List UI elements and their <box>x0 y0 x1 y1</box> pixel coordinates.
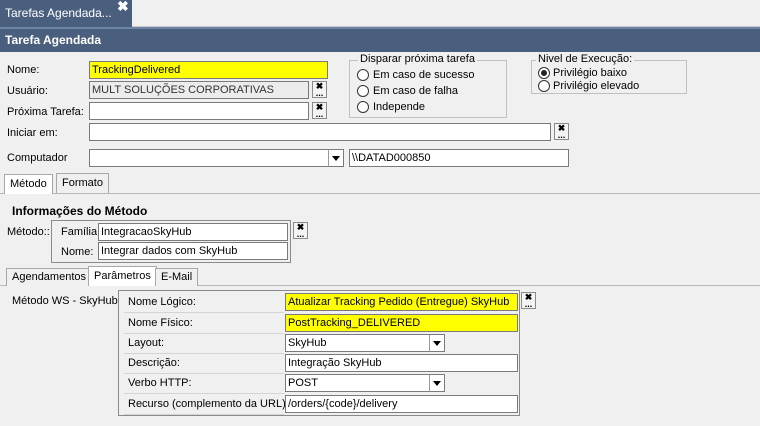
metodo-section-title: Informações do Método <box>12 204 148 218</box>
computador-path-input[interactable]: \\DATAD000850 <box>349 149 569 167</box>
more-icon[interactable]: ... <box>313 110 326 119</box>
disparar-radio-independe[interactable] <box>357 101 369 113</box>
disparar-option-label: Em caso de sucesso <box>373 69 475 81</box>
nivel-group-title: Nivel de Execução: <box>536 53 635 65</box>
tab-parametros[interactable]: Parâmetros <box>88 266 157 286</box>
more-icon[interactable]: ... <box>313 89 326 98</box>
nome-fisico-label: Nome Físico: <box>124 314 284 334</box>
document-tab[interactable]: Tarefas Agendada... ✖ <box>0 0 132 27</box>
tab-strip-divider <box>0 193 760 194</box>
chevron-down-icon[interactable] <box>429 374 445 392</box>
metodo-picker-button[interactable]: ✖ ... <box>293 222 308 239</box>
metodo-nome-label: Nome: <box>61 246 94 258</box>
nome-logico-input[interactable]: Atualizar Tracking Pedido (Entregue) Sky… <box>285 293 518 311</box>
verbo-http-label: Verbo HTTP: <box>124 374 284 394</box>
familia-input[interactable]: IntegracaoSkyHub <box>98 223 288 241</box>
nome-logico-picker-button[interactable]: ✖ ... <box>521 292 536 309</box>
nome-fisico-input[interactable]: PostTracking_DELIVERED <box>285 314 518 332</box>
tab-agendamentos[interactable]: Agendamentos <box>6 268 92 286</box>
disparar-option-label: Em caso de falha <box>373 85 458 97</box>
proxima-tarefa-label: Próxima Tarefa: <box>7 106 84 118</box>
recurso-label: Recurso (complemento da URL): <box>124 395 289 415</box>
descricao-label: Descrição: <box>124 354 284 374</box>
descricao-input[interactable]: Integração SkyHub <box>285 354 518 372</box>
iniciar-em-picker-button[interactable]: ✖ ... <box>554 123 569 140</box>
parametros-group-label: Método WS - SkyHub <box>12 295 118 307</box>
nivel-radio-baixo[interactable] <box>538 67 550 79</box>
iniciar-em-input[interactable] <box>89 123 551 141</box>
nome-logico-label: Nome Lógico: <box>124 293 284 313</box>
proxima-tarefa-picker-button[interactable]: ✖ ... <box>312 102 327 119</box>
proxima-tarefa-input[interactable] <box>89 102 309 120</box>
disparar-group-title: Disparar próxima tarefa <box>358 53 477 65</box>
layout-label: Layout: <box>124 334 284 354</box>
close-icon[interactable]: ✖ <box>117 0 129 15</box>
more-icon[interactable]: ... <box>555 131 568 140</box>
tab-metodo[interactable]: Método <box>4 174 53 194</box>
usuario-input[interactable]: MULT SOLUÇÕES CORPORATIVAS <box>89 81 309 99</box>
tab-formato[interactable]: Formato <box>56 173 109 193</box>
familia-label: Família: <box>61 226 101 238</box>
chevron-down-icon[interactable] <box>429 334 445 352</box>
nome-label: Nome: <box>7 64 40 76</box>
nivel-option-label: Privilégio elevado <box>553 80 640 92</box>
chevron-down-icon[interactable] <box>328 149 344 167</box>
nome-input[interactable]: TrackingDelivered <box>89 61 328 79</box>
disparar-radio-falha[interactable] <box>357 85 369 97</box>
usuario-label: Usuário: <box>7 85 48 97</box>
tab-email[interactable]: E-Mail <box>155 268 199 286</box>
verbo-http-select[interactable]: POST <box>285 374 431 392</box>
page-title: Tarefa Agendada <box>5 33 102 47</box>
computador-label: Computador <box>7 152 68 164</box>
document-tab-title: Tarefas Agendada... <box>5 6 112 20</box>
layout-select[interactable]: SkyHub <box>285 334 431 352</box>
more-icon[interactable]: ... <box>522 300 535 309</box>
nivel-option-label: Privilégio baixo <box>553 67 627 79</box>
recurso-input[interactable]: /orders/{code}/delivery <box>285 395 518 413</box>
metodo-nome-input[interactable]: Integrar dados com SkyHub <box>98 242 288 260</box>
disparar-radio-sucesso[interactable] <box>357 69 369 81</box>
computador-select[interactable] <box>89 149 330 167</box>
disparar-option-label: Independe <box>373 101 425 113</box>
panel-header: Tarefa Agendada <box>0 27 760 52</box>
more-icon[interactable]: ... <box>294 230 307 239</box>
nivel-radio-elevado[interactable] <box>538 80 550 92</box>
usuario-picker-button[interactable]: ✖ ... <box>312 81 327 98</box>
metodo-label: Método:: <box>7 226 50 238</box>
iniciar-em-label: Iniciar em: <box>7 127 58 139</box>
